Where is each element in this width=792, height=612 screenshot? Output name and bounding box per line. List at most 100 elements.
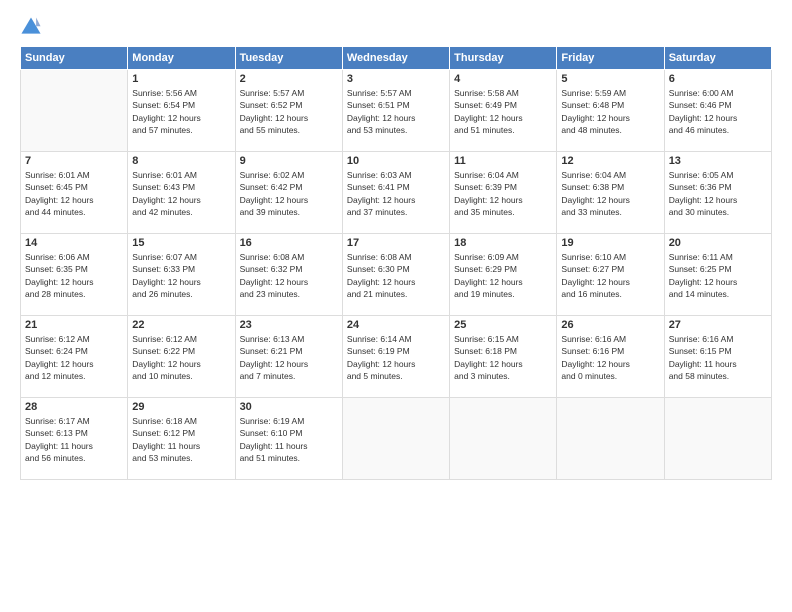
calendar-cell: 8 Sunrise: 6:01 AMSunset: 6:43 PMDaylight…	[128, 152, 235, 234]
weekday-header-row: SundayMondayTuesdayWednesdayThursdayFrid…	[21, 47, 772, 70]
calendar-cell: 22 Sunrise: 6:12 AMSunset: 6:22 PMDayligh…	[128, 316, 235, 398]
calendar-cell: 27Sunrise: 6:16 AMSunset: 6:15 PMDayligh…	[664, 316, 771, 398]
calendar-cell: 28 Sunrise: 6:17 AMSunset: 6:13 PMDayligh…	[21, 398, 128, 480]
calendar-cell: 5 Sunrise: 5:59 AMSunset: 6:48 PMDaylight…	[557, 70, 664, 152]
calendar-cell: 10 Sunrise: 6:03 AMSunset: 6:41 PMDayligh…	[342, 152, 449, 234]
day-number: 24	[347, 319, 445, 331]
day-info: Sunrise: 5:58 AMSunset: 6:49 PMDaylight:…	[454, 87, 552, 136]
weekday-header-friday: Friday	[557, 47, 664, 70]
calendar-cell: 6 Sunrise: 6:00 AMSunset: 6:46 PMDaylight…	[664, 70, 771, 152]
calendar-week-3: 14 Sunrise: 6:06 AMSunset: 6:35 PMDayligh…	[21, 234, 772, 316]
calendar-cell: 24 Sunrise: 6:14 AMSunset: 6:19 PMDayligh…	[342, 316, 449, 398]
calendar-cell: 16 Sunrise: 6:08 AMSunset: 6:32 PMDayligh…	[235, 234, 342, 316]
weekday-header-saturday: Saturday	[664, 47, 771, 70]
calendar-cell: 21 Sunrise: 6:12 AMSunset: 6:24 PMDayligh…	[21, 316, 128, 398]
day-info: Sunrise: 6:02 AMSunset: 6:42 PMDaylight:…	[240, 169, 338, 218]
day-info: Sunrise: 6:19 AMSunset: 6:10 PMDaylight:…	[240, 415, 338, 464]
day-number: 6	[669, 73, 767, 85]
day-info: Sunrise: 6:15 AMSunset: 6:18 PMDaylight:…	[454, 333, 552, 382]
calendar-cell	[342, 398, 449, 480]
calendar-cell	[450, 398, 557, 480]
calendar-cell	[21, 70, 128, 152]
weekday-header-tuesday: Tuesday	[235, 47, 342, 70]
day-info: Sunrise: 5:59 AMSunset: 6:48 PMDaylight:…	[561, 87, 659, 136]
weekday-header-monday: Monday	[128, 47, 235, 70]
calendar-cell: 4 Sunrise: 5:58 AMSunset: 6:49 PMDaylight…	[450, 70, 557, 152]
calendar-page: SundayMondayTuesdayWednesdayThursdayFrid…	[0, 0, 792, 612]
weekday-header-sunday: Sunday	[21, 47, 128, 70]
day-number: 18	[454, 237, 552, 249]
calendar-week-4: 21 Sunrise: 6:12 AMSunset: 6:24 PMDayligh…	[21, 316, 772, 398]
calendar-cell: 19 Sunrise: 6:10 AMSunset: 6:27 PMDayligh…	[557, 234, 664, 316]
calendar-cell: 7 Sunrise: 6:01 AMSunset: 6:45 PMDaylight…	[21, 152, 128, 234]
calendar-cell: 18 Sunrise: 6:09 AMSunset: 6:29 PMDayligh…	[450, 234, 557, 316]
day-number: 25	[454, 319, 552, 331]
day-info: Sunrise: 6:08 AMSunset: 6:30 PMDaylight:…	[347, 251, 445, 300]
day-info: Sunrise: 6:06 AMSunset: 6:35 PMDaylight:…	[25, 251, 123, 300]
calendar-cell	[664, 398, 771, 480]
day-info: Sunrise: 6:05 AMSunset: 6:36 PMDaylight:…	[669, 169, 767, 218]
day-number: 5	[561, 73, 659, 85]
calendar-cell: 30 Sunrise: 6:19 AMSunset: 6:10 PMDayligh…	[235, 398, 342, 480]
day-number: 23	[240, 319, 338, 331]
day-number: 15	[132, 237, 230, 249]
logo	[20, 16, 46, 38]
calendar-cell: 26 Sunrise: 6:16 AMSunset: 6:16 PMDayligh…	[557, 316, 664, 398]
day-number: 21	[25, 319, 123, 331]
calendar-cell: 25 Sunrise: 6:15 AMSunset: 6:18 PMDayligh…	[450, 316, 557, 398]
day-info: Sunrise: 6:12 AMSunset: 6:24 PMDaylight:…	[25, 333, 123, 382]
day-info: Sunrise: 6:12 AMSunset: 6:22 PMDaylight:…	[132, 333, 230, 382]
day-info: Sunrise: 6:01 AMSunset: 6:45 PMDaylight:…	[25, 169, 123, 218]
day-number: 22	[132, 319, 230, 331]
day-number: 2	[240, 73, 338, 85]
day-number: 29	[132, 401, 230, 413]
day-number: 19	[561, 237, 659, 249]
day-number: 12	[561, 155, 659, 167]
logo-icon	[20, 16, 42, 38]
day-info: Sunrise: 6:04 AMSunset: 6:39 PMDaylight:…	[454, 169, 552, 218]
day-number: 20	[669, 237, 767, 249]
day-info: Sunrise: 6:16 AMSunset: 6:16 PMDaylight:…	[561, 333, 659, 382]
day-number: 1	[132, 73, 230, 85]
day-info: Sunrise: 6:10 AMSunset: 6:27 PMDaylight:…	[561, 251, 659, 300]
day-info: Sunrise: 6:11 AMSunset: 6:25 PMDaylight:…	[669, 251, 767, 300]
calendar-cell: 14 Sunrise: 6:06 AMSunset: 6:35 PMDayligh…	[21, 234, 128, 316]
day-number: 30	[240, 401, 338, 413]
day-number: 26	[561, 319, 659, 331]
day-info: Sunrise: 5:57 AMSunset: 6:52 PMDaylight:…	[240, 87, 338, 136]
day-number: 11	[454, 155, 552, 167]
calendar-week-2: 7 Sunrise: 6:01 AMSunset: 6:45 PMDaylight…	[21, 152, 772, 234]
weekday-header-thursday: Thursday	[450, 47, 557, 70]
day-info: Sunrise: 6:03 AMSunset: 6:41 PMDaylight:…	[347, 169, 445, 218]
calendar-cell: 23Sunrise: 6:13 AMSunset: 6:21 PMDayligh…	[235, 316, 342, 398]
calendar-cell: 12 Sunrise: 6:04 AMSunset: 6:38 PMDayligh…	[557, 152, 664, 234]
day-info: Sunrise: 6:14 AMSunset: 6:19 PMDaylight:…	[347, 333, 445, 382]
day-number: 10	[347, 155, 445, 167]
day-number: 9	[240, 155, 338, 167]
day-number: 16	[240, 237, 338, 249]
calendar-cell: 9 Sunrise: 6:02 AMSunset: 6:42 PMDaylight…	[235, 152, 342, 234]
day-number: 3	[347, 73, 445, 85]
day-info: Sunrise: 6:04 AMSunset: 6:38 PMDaylight:…	[561, 169, 659, 218]
day-number: 4	[454, 73, 552, 85]
day-info: Sunrise: 6:01 AMSunset: 6:43 PMDaylight:…	[132, 169, 230, 218]
day-info: Sunrise: 6:09 AMSunset: 6:29 PMDaylight:…	[454, 251, 552, 300]
calendar-cell: 20 Sunrise: 6:11 AMSunset: 6:25 PMDayligh…	[664, 234, 771, 316]
day-info: Sunrise: 6:18 AMSunset: 6:12 PMDaylight:…	[132, 415, 230, 464]
day-number: 8	[132, 155, 230, 167]
day-number: 7	[25, 155, 123, 167]
calendar-cell: 3 Sunrise: 5:57 AMSunset: 6:51 PMDaylight…	[342, 70, 449, 152]
day-info: Sunrise: 5:57 AMSunset: 6:51 PMDaylight:…	[347, 87, 445, 136]
calendar-cell: 15 Sunrise: 6:07 AMSunset: 6:33 PMDayligh…	[128, 234, 235, 316]
day-number: 14	[25, 237, 123, 249]
day-info: Sunrise: 6:07 AMSunset: 6:33 PMDaylight:…	[132, 251, 230, 300]
day-info: Sunrise: 6:00 AMSunset: 6:46 PMDaylight:…	[669, 87, 767, 136]
calendar-cell: 17Sunrise: 6:08 AMSunset: 6:30 PMDayligh…	[342, 234, 449, 316]
day-info: Sunrise: 6:08 AMSunset: 6:32 PMDaylight:…	[240, 251, 338, 300]
calendar-cell: 1Sunrise: 5:56 AMSunset: 6:54 PMDaylight…	[128, 70, 235, 152]
day-number: 28	[25, 401, 123, 413]
calendar-body: 1Sunrise: 5:56 AMSunset: 6:54 PMDaylight…	[21, 70, 772, 480]
calendar-week-5: 28 Sunrise: 6:17 AMSunset: 6:13 PMDayligh…	[21, 398, 772, 480]
day-info: Sunrise: 6:17 AMSunset: 6:13 PMDaylight:…	[25, 415, 123, 464]
day-number: 13	[669, 155, 767, 167]
